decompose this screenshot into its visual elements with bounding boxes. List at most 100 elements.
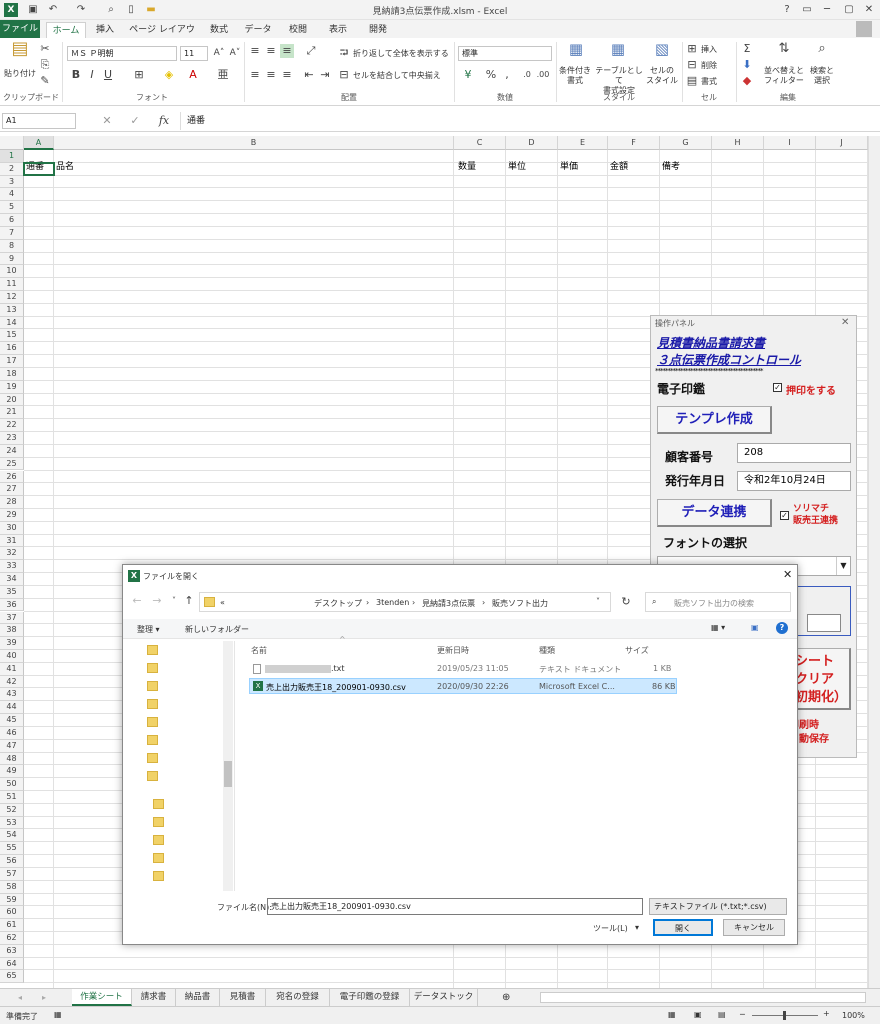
fill-icon[interactable]: ⬇ (740, 58, 754, 72)
account-avatar[interactable] (856, 21, 872, 37)
recent-dropdown-icon[interactable]: ˅ (169, 594, 179, 608)
row-header[interactable]: 27 (0, 483, 24, 497)
close-icon[interactable]: ✕ (862, 3, 876, 17)
row-header[interactable]: 60 (0, 906, 24, 920)
cell-g1[interactable]: 備考 (662, 159, 680, 172)
paste-icon[interactable]: ▤ (8, 40, 32, 64)
column-header[interactable]: G (660, 136, 712, 150)
row-header[interactable]: 52 (0, 803, 24, 817)
row-header[interactable]: 51 (0, 791, 24, 804)
tab-formulas[interactable]: 数式 (202, 22, 236, 38)
autosum-icon[interactable]: Σ (740, 42, 754, 56)
row-header[interactable]: 12 (0, 291, 24, 304)
file-row-selected[interactable]: X 売上出力販売王18_200901-0930.csv 2020/09/30 2… (249, 678, 677, 694)
address-dropdown-icon[interactable]: ˅ (596, 597, 600, 606)
new-folder-button[interactable]: 新しいフォルダー (185, 624, 249, 635)
up-icon[interactable]: ↑ (183, 594, 195, 608)
row-header[interactable]: 45 (0, 714, 24, 727)
merge-center-button[interactable]: セルを結合して中央揃え (353, 70, 441, 81)
row-header[interactable]: 22 (0, 419, 24, 433)
column-header[interactable]: B (54, 136, 454, 150)
row-header[interactable]: 44 (0, 701, 24, 715)
add-sheet-icon[interactable]: ⊕ (502, 992, 510, 1003)
cancel-entry-icon[interactable]: ✕ (100, 114, 114, 128)
row-header[interactable]: 9 (0, 252, 24, 266)
stamp-checkbox[interactable]: ✓ (773, 383, 782, 392)
column-header[interactable]: C (454, 136, 506, 150)
delete-cells-button[interactable]: 削除 (701, 60, 717, 71)
row-header[interactable]: 56 (0, 855, 24, 868)
row-header[interactable]: 64 (0, 957, 24, 971)
customer-number-input[interactable]: 208 (737, 443, 851, 463)
row-header[interactable]: 23 (0, 432, 24, 445)
number-format-select[interactable]: 標準 (458, 46, 552, 61)
data-link-button[interactable]: データ連携 (657, 499, 772, 527)
row-header[interactable]: 11 (0, 278, 24, 291)
row-header[interactable]: 54 (0, 829, 24, 843)
tab-insert[interactable]: 挿入 (88, 22, 122, 38)
align-bottom-icon[interactable]: ≡ (280, 44, 294, 58)
refresh-icon[interactable]: ↻ (619, 595, 633, 609)
row-header[interactable]: 53 (0, 816, 24, 830)
sheet-tab-work[interactable]: 作業シート (72, 989, 132, 1006)
col-size-header[interactable]: サイズ (625, 645, 649, 656)
row-header[interactable]: 16 (0, 342, 24, 356)
cell-f1[interactable]: 金額 (610, 159, 628, 172)
row-header[interactable]: 13 (0, 303, 24, 317)
align-middle-icon[interactable]: ≡ (264, 44, 278, 58)
page-layout-view-icon[interactable]: ▣ (694, 1010, 702, 1019)
crumb-mino[interactable]: 見納請3点伝票 (422, 598, 475, 609)
insert-cells-button[interactable]: 挿入 (701, 44, 717, 55)
search-box[interactable]: ⌕ 販売ソフト出力の検索 (645, 592, 791, 612)
wrap-text-button[interactable]: 折り返して全体を表示する (353, 48, 449, 59)
row-header[interactable]: 29 (0, 508, 24, 522)
font-color-icon[interactable]: A (186, 68, 200, 82)
cell-b1[interactable]: 品名 (56, 159, 74, 172)
row-header[interactable]: 2 (0, 162, 24, 176)
fill-color-icon[interactable]: ◈ (162, 68, 176, 82)
row-header[interactable]: 5 (0, 201, 24, 215)
cell-e1[interactable]: 単価 (560, 159, 578, 172)
font-grow-icon[interactable]: A˄ (212, 46, 226, 60)
row-header[interactable]: 3 (0, 175, 24, 189)
row-header[interactable]: 48 (0, 752, 24, 766)
row-header[interactable]: 26 (0, 470, 24, 484)
column-header[interactable]: J (816, 136, 868, 150)
row-header[interactable]: 4 (0, 188, 24, 202)
row-header[interactable]: 31 (0, 534, 24, 548)
zoom-out-icon[interactable]: ─ (740, 1010, 745, 1019)
row-header[interactable]: 58 (0, 880, 24, 894)
view-options-icon[interactable]: ▦ ▾ (711, 623, 725, 632)
row-header[interactable]: 6 (0, 214, 24, 227)
cell-d1[interactable]: 単位 (508, 159, 526, 172)
preview-pane-icon[interactable]: ▣ (751, 623, 759, 632)
row-header[interactable]: 36 (0, 598, 24, 612)
vertical-scrollbar[interactable] (868, 136, 880, 988)
row-header[interactable]: 25 (0, 457, 24, 471)
align-center-icon[interactable]: ≡ (264, 68, 278, 82)
scroll-right-icon[interactable]: ▸ (42, 993, 46, 1002)
ribbon-display-icon[interactable]: ▭ (800, 3, 814, 17)
minimize-icon[interactable]: ─ (820, 3, 834, 17)
row-header[interactable]: 63 (0, 944, 24, 958)
crumb-desktop[interactable]: デスクトップ (314, 598, 362, 609)
row-header[interactable]: 17 (0, 355, 24, 368)
name-box[interactable]: A1 (2, 113, 76, 129)
row-header[interactable]: 24 (0, 444, 24, 458)
sheet-tab-datastock[interactable]: データストック (410, 989, 478, 1006)
orientation-icon[interactable]: ⤢ (302, 44, 320, 58)
row-header[interactable]: 41 (0, 662, 24, 676)
comma-icon[interactable]: , (500, 68, 514, 82)
tools-button[interactable]: ツール(L) (593, 923, 628, 934)
row-header[interactable]: 62 (0, 932, 24, 945)
increase-indent-icon[interactable]: ⇥ (318, 68, 332, 82)
col-date-header[interactable]: 更新日時 (437, 645, 469, 656)
row-header[interactable]: 40 (0, 649, 24, 663)
italic-button[interactable]: I (86, 68, 98, 82)
currency-icon[interactable]: ¥ (458, 68, 478, 82)
file-type-filter[interactable]: テキストファイル (*.txt;*.csv) (649, 898, 787, 915)
row-header[interactable]: 55 (0, 842, 24, 856)
row-header[interactable]: 46 (0, 726, 24, 740)
sheet-tab-delivery[interactable]: 納品書 (176, 989, 220, 1006)
row-header[interactable]: 28 (0, 496, 24, 509)
